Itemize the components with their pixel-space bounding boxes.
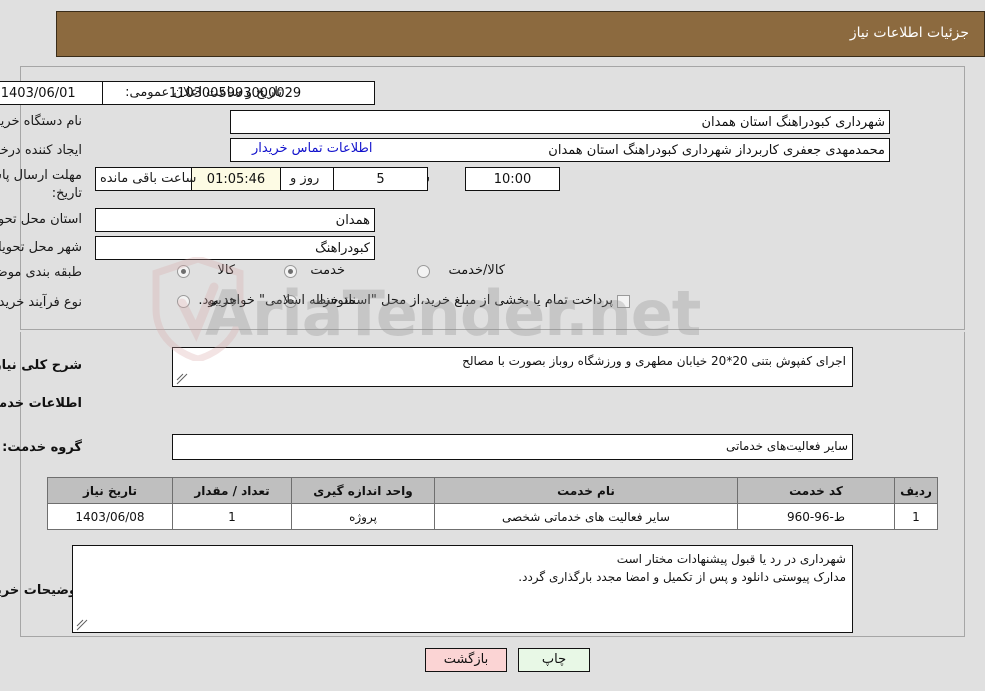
page-root: جزئیات اطلاعات نیاز شماره نیاز: 11030059… [0, 0, 985, 691]
buyer-contact-link[interactable]: اطلاعات تماس خریدار [252, 141, 372, 156]
back-button[interactable]: بازگشت [425, 648, 507, 672]
td-code: ط-96-960 [737, 503, 895, 530]
th-code: کد خدمت [737, 477, 895, 504]
th-unit: واحد اندازه گیری [291, 477, 435, 504]
deadline-label-line1: مهلت ارسال پاسخ: تا [0, 168, 82, 183]
category-label-khedmat: خدمت [310, 263, 345, 278]
services-section-title: اطلاعات خدمات مورد نیاز [0, 396, 82, 411]
need-summary-label: شرح کلی نیاز: [0, 358, 82, 373]
city-label: شهر محل تحویل: [0, 240, 82, 255]
buyer-notes-label: توضیحات خریدار: [0, 583, 82, 598]
deadline-label-line2: تاریخ: [51, 186, 82, 201]
requester-label: ایجاد کننده درخواست: [0, 143, 82, 158]
page-title: جزئیات اطلاعات نیاز [849, 25, 969, 41]
category-label-kala-khedmat: کالا/خدمت [448, 263, 505, 278]
services-table: ردیف کد خدمت نام خدمت واحد اندازه گیری ت… [47, 477, 938, 530]
category-radio-khedmat[interactable] [284, 265, 297, 278]
td-need-date: 1403/06/08 [47, 503, 173, 530]
buyer-org-label: نام دستگاه خریدار: [0, 114, 82, 129]
th-need-date: تاریخ نیاز [47, 477, 173, 504]
service-group-field[interactable]: سایر فعالیت‌های خدماتی [172, 434, 853, 460]
process-radio-jozei[interactable] [177, 295, 190, 308]
service-group-label: گروه خدمت: [2, 440, 82, 455]
page-title-bar: جزئیات اطلاعات نیاز [56, 11, 985, 57]
buyer-org-field[interactable]: شهرداری کبودراهنگ استان همدان [230, 110, 890, 134]
days-and-label: روز و [290, 171, 320, 186]
treasury-checkbox-label: پرداخت تمام یا بخشی از مبلغ خرید،از محل … [198, 293, 613, 308]
need-summary-text: اجرای کفپوش بتنی 20*20 خیابان مطهری و ور… [462, 354, 846, 368]
category-radio-kala-khedmat[interactable] [417, 265, 430, 278]
buyer-notes-line1: شهرداری در رد یا قبول پیشنهادات مختار اس… [616, 552, 846, 566]
th-name: نام خدمت [434, 477, 738, 504]
days-field[interactable]: 5 [333, 167, 428, 191]
th-row: ردیف [894, 477, 938, 504]
city-field[interactable]: کبودراهنگ [95, 236, 375, 260]
td-name: سایر فعالیت های خدماتی شخصی [434, 503, 738, 530]
province-label: استان محل تحویل: [0, 212, 82, 227]
need-info-panel [20, 66, 965, 330]
treasury-checkbox[interactable] [617, 295, 630, 308]
td-row: 1 [894, 503, 938, 530]
category-label: طبقه بندی موضوعی: [0, 265, 82, 280]
process-label: نوع فرآیند خرید : [0, 295, 82, 310]
province-field[interactable]: همدان [95, 208, 375, 232]
hour-field[interactable]: 10:00 [465, 167, 560, 191]
category-label-kala: کالا [217, 263, 235, 278]
th-quantity: تعداد / مقدار [172, 477, 292, 504]
table-row: 1 ط-96-960 سایر فعالیت های خدماتی شخصی پ… [47, 503, 938, 530]
resize-grip-icon [76, 619, 88, 631]
resize-grip-icon [176, 373, 188, 385]
countdown-field: 01:05:46 [191, 167, 281, 191]
buyer-notes-line2: مدارک پیوستی دانلود و پس از تکمیل و امضا… [518, 570, 846, 584]
td-quantity: 1 [172, 503, 292, 530]
buyer-notes-textarea[interactable]: شهرداری در رد یا قبول پیشنهادات مختار اس… [72, 545, 853, 633]
public-announce-label: تاریخ و ساعت اعلان عمومی: [125, 85, 282, 100]
need-summary-textarea[interactable]: اجرای کفپوش بتنی 20*20 خیابان مطهری و ور… [172, 347, 853, 387]
public-announce-field[interactable]: 1403/06/01 - 08:23 [0, 81, 103, 105]
print-button[interactable]: چاپ [518, 648, 590, 672]
td-unit: پروژه [291, 503, 435, 530]
category-radio-kala[interactable] [177, 265, 190, 278]
table-header-row: ردیف کد خدمت نام خدمت واحد اندازه گیری ت… [47, 477, 938, 504]
remaining-label: ساعت باقی مانده [100, 171, 197, 186]
